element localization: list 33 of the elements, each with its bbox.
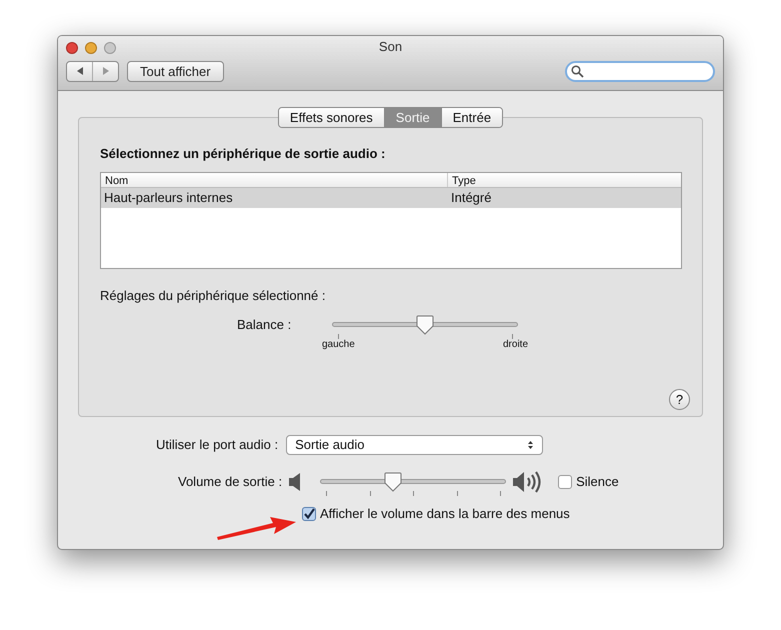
table-cell-text: Haut-parleurs internes [103,188,234,207]
tab[interactable]: Effets sonores [278,108,384,127]
checkbox[interactable] [302,506,316,521]
show-in-menu-label: Afficher le volume dans la barre des menus [320,505,570,523]
updown-arrows-icon [527,440,534,450]
column-header[interactable]: Type [448,172,476,186]
show-all-button[interactable]: Tout afficher [127,60,224,82]
help-button[interactable]: ? [669,389,690,410]
port-dropdown[interactable]: Sortie audio [286,435,544,455]
right-label: droite [502,338,528,352]
volume-label: Volume de sortie : [178,473,282,492]
window-title: Son [378,38,402,56]
settings-heading: Réglages du périphérique sélectionné : [100,286,326,305]
close-button[interactable] [66,42,78,54]
search-field[interactable] [565,60,715,82]
back-icon[interactable] [74,66,84,76]
zoom-button[interactable] [104,42,116,54]
checkbox[interactable] [558,475,572,489]
search-icon [571,64,584,78]
table-row[interactable]: Haut-parleurs internes Intégré [101,188,681,208]
tab[interactable]: Entrée [440,108,502,127]
speaker-low-icon [288,472,302,492]
table-cell-text: Intégré [450,188,492,207]
minimize-button[interactable] [85,42,97,54]
left-label: gauche [322,338,355,352]
device-heading: Sélectionnez un périphérique de sortie audio : [100,145,386,163]
port-label: Utiliser le port audio : [156,436,278,454]
slider-thumb[interactable] [384,472,402,492]
silence-label: Silence [576,473,619,492]
slider-thumb[interactable] [416,315,434,335]
back-forward-control[interactable] [66,60,119,82]
column-header[interactable]: Nom [101,172,448,186]
forward-icon[interactable] [100,66,110,76]
